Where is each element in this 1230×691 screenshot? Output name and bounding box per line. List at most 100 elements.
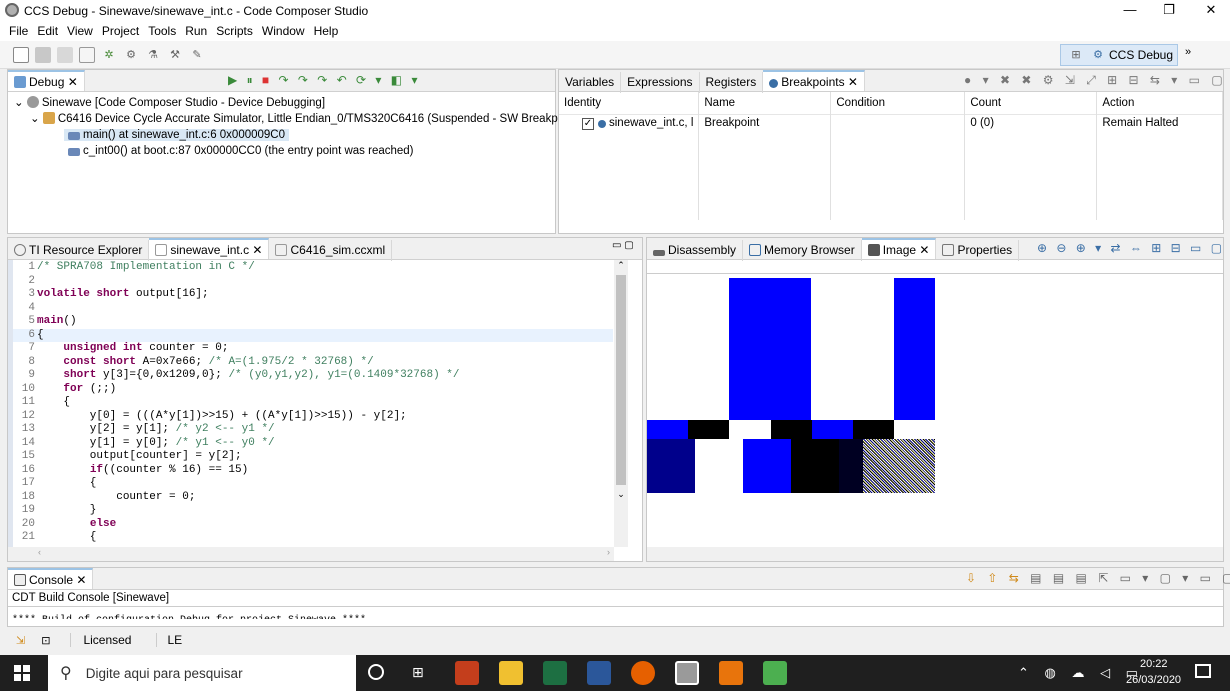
menu-run[interactable]: Run bbox=[185, 21, 207, 41]
code-line[interactable]: 20 else bbox=[13, 518, 613, 532]
tree-item-frame-cint[interactable]: c_int00() at boot.c:87 0x00000CC0 (the e… bbox=[8, 143, 555, 159]
code-line[interactable]: 8 const short A=0x7e66; /* A=(1.975/2 * … bbox=[13, 356, 613, 370]
fast-view-icon[interactable]: ⇲ bbox=[16, 634, 25, 647]
scroll-up-icon[interactable]: ⌃ bbox=[614, 260, 628, 271]
code-line[interactable]: 18 counter = 0; bbox=[13, 491, 613, 505]
tree-item-session[interactable]: ⌄ Sinewave [Code Composer Studio - Devic… bbox=[8, 95, 555, 111]
lock-icon[interactable]: ⊡ bbox=[41, 634, 50, 647]
code-line[interactable]: 2 bbox=[13, 275, 613, 289]
powerpoint-icon[interactable] bbox=[455, 661, 479, 685]
tab-c6416-sim-ccxml[interactable]: C6416_sim.ccxml bbox=[269, 240, 393, 261]
code-line[interactable]: 10 for (;;) bbox=[13, 383, 613, 397]
tab-debug[interactable]: Debug ✕ bbox=[8, 70, 85, 91]
ccs-app-icon[interactable] bbox=[719, 661, 743, 685]
console-output[interactable]: **** Build of configuration Debug for pr… bbox=[8, 607, 1223, 619]
notification-icon[interactable] bbox=[1195, 664, 1211, 678]
code-line[interactable]: 7 unsigned int counter = 0; bbox=[13, 342, 613, 356]
tab-registers[interactable]: Registers bbox=[700, 72, 764, 93]
menu-file[interactable]: File bbox=[9, 21, 28, 41]
open-perspective-icon[interactable]: ⊞ bbox=[1068, 47, 1084, 63]
menu-project[interactable]: Project bbox=[102, 21, 139, 41]
minimize-icon[interactable]: ▭ ▢ bbox=[612, 240, 634, 251]
excel-icon[interactable] bbox=[543, 661, 567, 685]
maximize-button[interactable]: ❐ bbox=[1146, 0, 1192, 21]
code-line[interactable]: 5 main() bbox=[13, 315, 613, 329]
menu-help[interactable]: Help bbox=[314, 21, 339, 41]
code-area[interactable]: 1/* SPRA708 Implementation in C */2 3 vola… bbox=[13, 261, 613, 547]
tab-sinewave-int-c[interactable]: sinewave_int.c ✕ bbox=[149, 238, 270, 259]
column-count[interactable]: Count bbox=[964, 92, 1098, 114]
tab-variables[interactable]: Variables bbox=[559, 72, 622, 93]
save-icon[interactable] bbox=[35, 46, 51, 63]
tree-item-target[interactable]: ⌄ C6416 Device Cycle Accurate Simulator,… bbox=[8, 111, 580, 127]
perspective-more[interactable]: » bbox=[1185, 46, 1191, 58]
open-console-icon[interactable] bbox=[79, 46, 95, 63]
column-action[interactable]: Action bbox=[1096, 92, 1223, 114]
column-name[interactable]: Name bbox=[698, 92, 832, 114]
scroll-down-icon[interactable]: ⌄ bbox=[614, 489, 628, 500]
perspective-switcher[interactable]: ⊞ ⚙ CCS Debug bbox=[1060, 44, 1179, 66]
menu-view[interactable]: View bbox=[67, 21, 93, 41]
column-condition[interactable]: Condition bbox=[830, 92, 966, 114]
vertical-scrollbar[interactable]: ⌃ ⌄ bbox=[614, 260, 628, 547]
file-explorer-icon[interactable] bbox=[499, 661, 523, 685]
tab-image[interactable]: Image ✕ bbox=[861, 238, 937, 259]
code-line[interactable]: 4 bbox=[13, 302, 613, 316]
code-line[interactable]: 9 short y[3]={0,0x1209,0}; /* (y0,y1,y2)… bbox=[13, 369, 613, 383]
code-line[interactable]: 16 if((counter % 16) == 15) bbox=[13, 464, 613, 478]
tab-ti-resource-explorer[interactable]: TI Resource Explorer bbox=[8, 240, 150, 261]
scrollbar-thumb[interactable] bbox=[616, 275, 626, 485]
breakpoint-enabled-checkbox[interactable]: ✓ bbox=[582, 117, 594, 130]
firefox-icon[interactable] bbox=[631, 661, 655, 685]
search-input[interactable]: Digite aqui para pesquisar bbox=[86, 666, 243, 681]
code-text: counter = 0; bbox=[37, 490, 196, 503]
image-canvas[interactable] bbox=[647, 276, 1223, 546]
code-composer-icon[interactable] bbox=[675, 661, 699, 685]
code-line[interactable]: 21 { bbox=[13, 531, 613, 545]
code-line[interactable]: 12 y[0] = (((A*y[1])>>15) + ((A*y[1])>>1… bbox=[13, 410, 613, 424]
chart-app-icon[interactable] bbox=[763, 661, 787, 685]
save-all-icon[interactable] bbox=[57, 46, 73, 63]
new-icon[interactable] bbox=[13, 46, 29, 63]
code-line[interactable]: 3 volatile short output[16]; bbox=[13, 288, 613, 302]
horizontal-scrollbar[interactable]: ‹ › bbox=[8, 547, 614, 561]
task-view-icon[interactable]: ⊞ bbox=[412, 664, 424, 681]
tab-breakpoints[interactable]: Breakpoints ✕ bbox=[763, 70, 865, 91]
code-line[interactable]: 13 y[2] = y[1]; /* y2 <-- y1 */ bbox=[13, 423, 613, 437]
code-line[interactable]: 17 { bbox=[13, 477, 613, 491]
code-line[interactable]: 19 } bbox=[13, 504, 613, 518]
menu-window[interactable]: Window bbox=[262, 21, 305, 41]
code-line[interactable]: 6{ bbox=[13, 328, 613, 342]
column-identity[interactable]: Identity bbox=[559, 92, 700, 114]
run-icon[interactable]: ⚗ bbox=[145, 47, 161, 63]
search-box[interactable]: ⚲ Digite aqui para pesquisar bbox=[48, 655, 356, 691]
clock-time[interactable]: 20:22 bbox=[1140, 658, 1168, 670]
flash-icon[interactable]: ⚙ bbox=[123, 47, 139, 63]
tree-item-frame-main[interactable]: main() at sinewave_int.c:6 0x000009C0 bbox=[8, 127, 555, 143]
tab-disassembly[interactable]: Disassembly bbox=[647, 240, 744, 261]
menu-edit[interactable]: Edit bbox=[37, 21, 58, 41]
search-icon[interactable]: ✎ bbox=[189, 47, 205, 63]
code-line[interactable]: 1/* SPRA708 Implementation in C */ bbox=[13, 261, 613, 275]
stack-frame-icon bbox=[68, 132, 80, 140]
code-line[interactable]: 15 output[counter] = y[2]; bbox=[13, 450, 613, 464]
code-line[interactable]: 14 y[1] = y[0]; /* y1 <-- y0 */ bbox=[13, 437, 613, 451]
code-line[interactable]: 11 { bbox=[13, 396, 613, 410]
menu-tools[interactable]: Tools bbox=[148, 21, 176, 41]
debug-icon[interactable]: ✲ bbox=[101, 47, 117, 63]
cortana-icon[interactable] bbox=[368, 664, 384, 680]
tab-expressions[interactable]: Expressions bbox=[621, 72, 700, 93]
debug-toolbar: ▶ ⏸ ■ ↷ ↷ ↷ ↶ ⟳ ▾ ◧ ▾ bbox=[228, 73, 421, 87]
table-row[interactable]: ✓ sinewave_int.c, l Breakpoint 0 (0) Rema… bbox=[559, 114, 1223, 132]
tab-console[interactable]: Console ✕ bbox=[8, 568, 94, 589]
tab-memory-browser[interactable]: Memory Browser bbox=[743, 240, 862, 261]
word-icon[interactable] bbox=[587, 661, 611, 685]
code-text: { bbox=[37, 531, 97, 543]
tools-icon[interactable]: ⚒ bbox=[167, 47, 183, 63]
tab-properties[interactable]: Properties bbox=[936, 240, 1020, 261]
clock-date[interactable]: 26/03/2020 bbox=[1126, 674, 1181, 686]
menu-scripts[interactable]: Scripts bbox=[216, 21, 253, 41]
close-button[interactable]: ✕ bbox=[1188, 0, 1230, 21]
image-hscroll[interactable] bbox=[647, 547, 1223, 561]
windows-start-icon[interactable] bbox=[14, 665, 30, 681]
